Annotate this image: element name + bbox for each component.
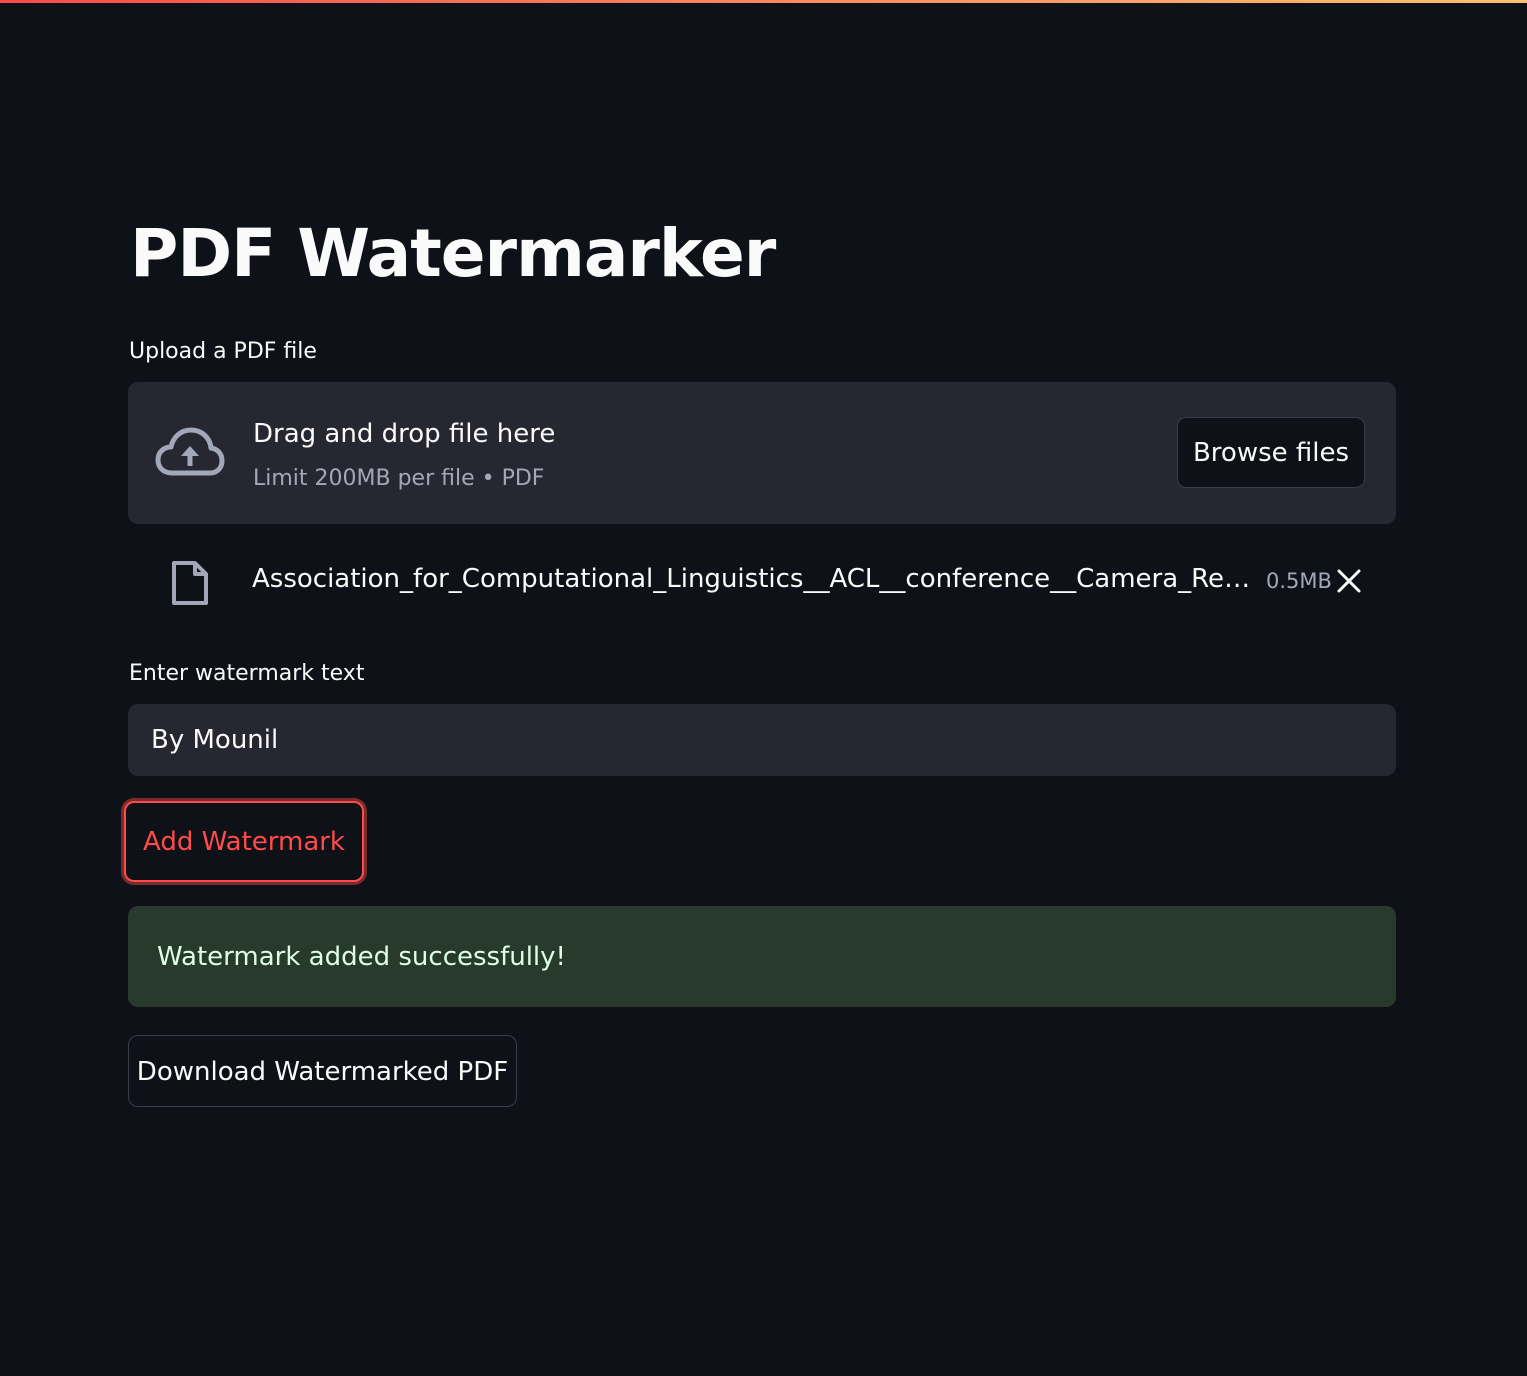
success-message: Watermark added successfully!	[157, 942, 566, 972]
download-watermarked-pdf-button[interactable]: Download Watermarked PDF	[128, 1035, 517, 1107]
close-icon[interactable]	[1334, 566, 1364, 596]
dropzone-limit-text: Limit 200MB per file • PDF	[253, 466, 545, 491]
add-watermark-button[interactable]: Add Watermark	[124, 801, 364, 882]
uploaded-file-name: Association_for_Computational_Linguistic…	[252, 564, 1254, 594]
uploaded-file-size: 0.5MB	[1266, 569, 1332, 593]
dropzone-title: Drag and drop file here	[253, 419, 556, 449]
watermark-text-input[interactable]	[128, 704, 1396, 776]
file-icon	[172, 561, 208, 605]
page-title: PDF Watermarker	[130, 215, 776, 292]
browse-files-button[interactable]: Browse files	[1177, 417, 1365, 488]
file-dropzone[interactable]: Drag and drop file here Limit 200MB per …	[128, 382, 1396, 524]
success-alert: Watermark added successfully!	[128, 906, 1396, 1007]
header-decoration-bar	[0, 0, 1527, 3]
cloud-upload-icon	[155, 427, 225, 476]
watermark-text-label: Enter watermark text	[129, 661, 365, 686]
uploaded-file-row: Association_for_Computational_Linguistic…	[128, 548, 1396, 614]
upload-label: Upload a PDF file	[129, 339, 317, 364]
